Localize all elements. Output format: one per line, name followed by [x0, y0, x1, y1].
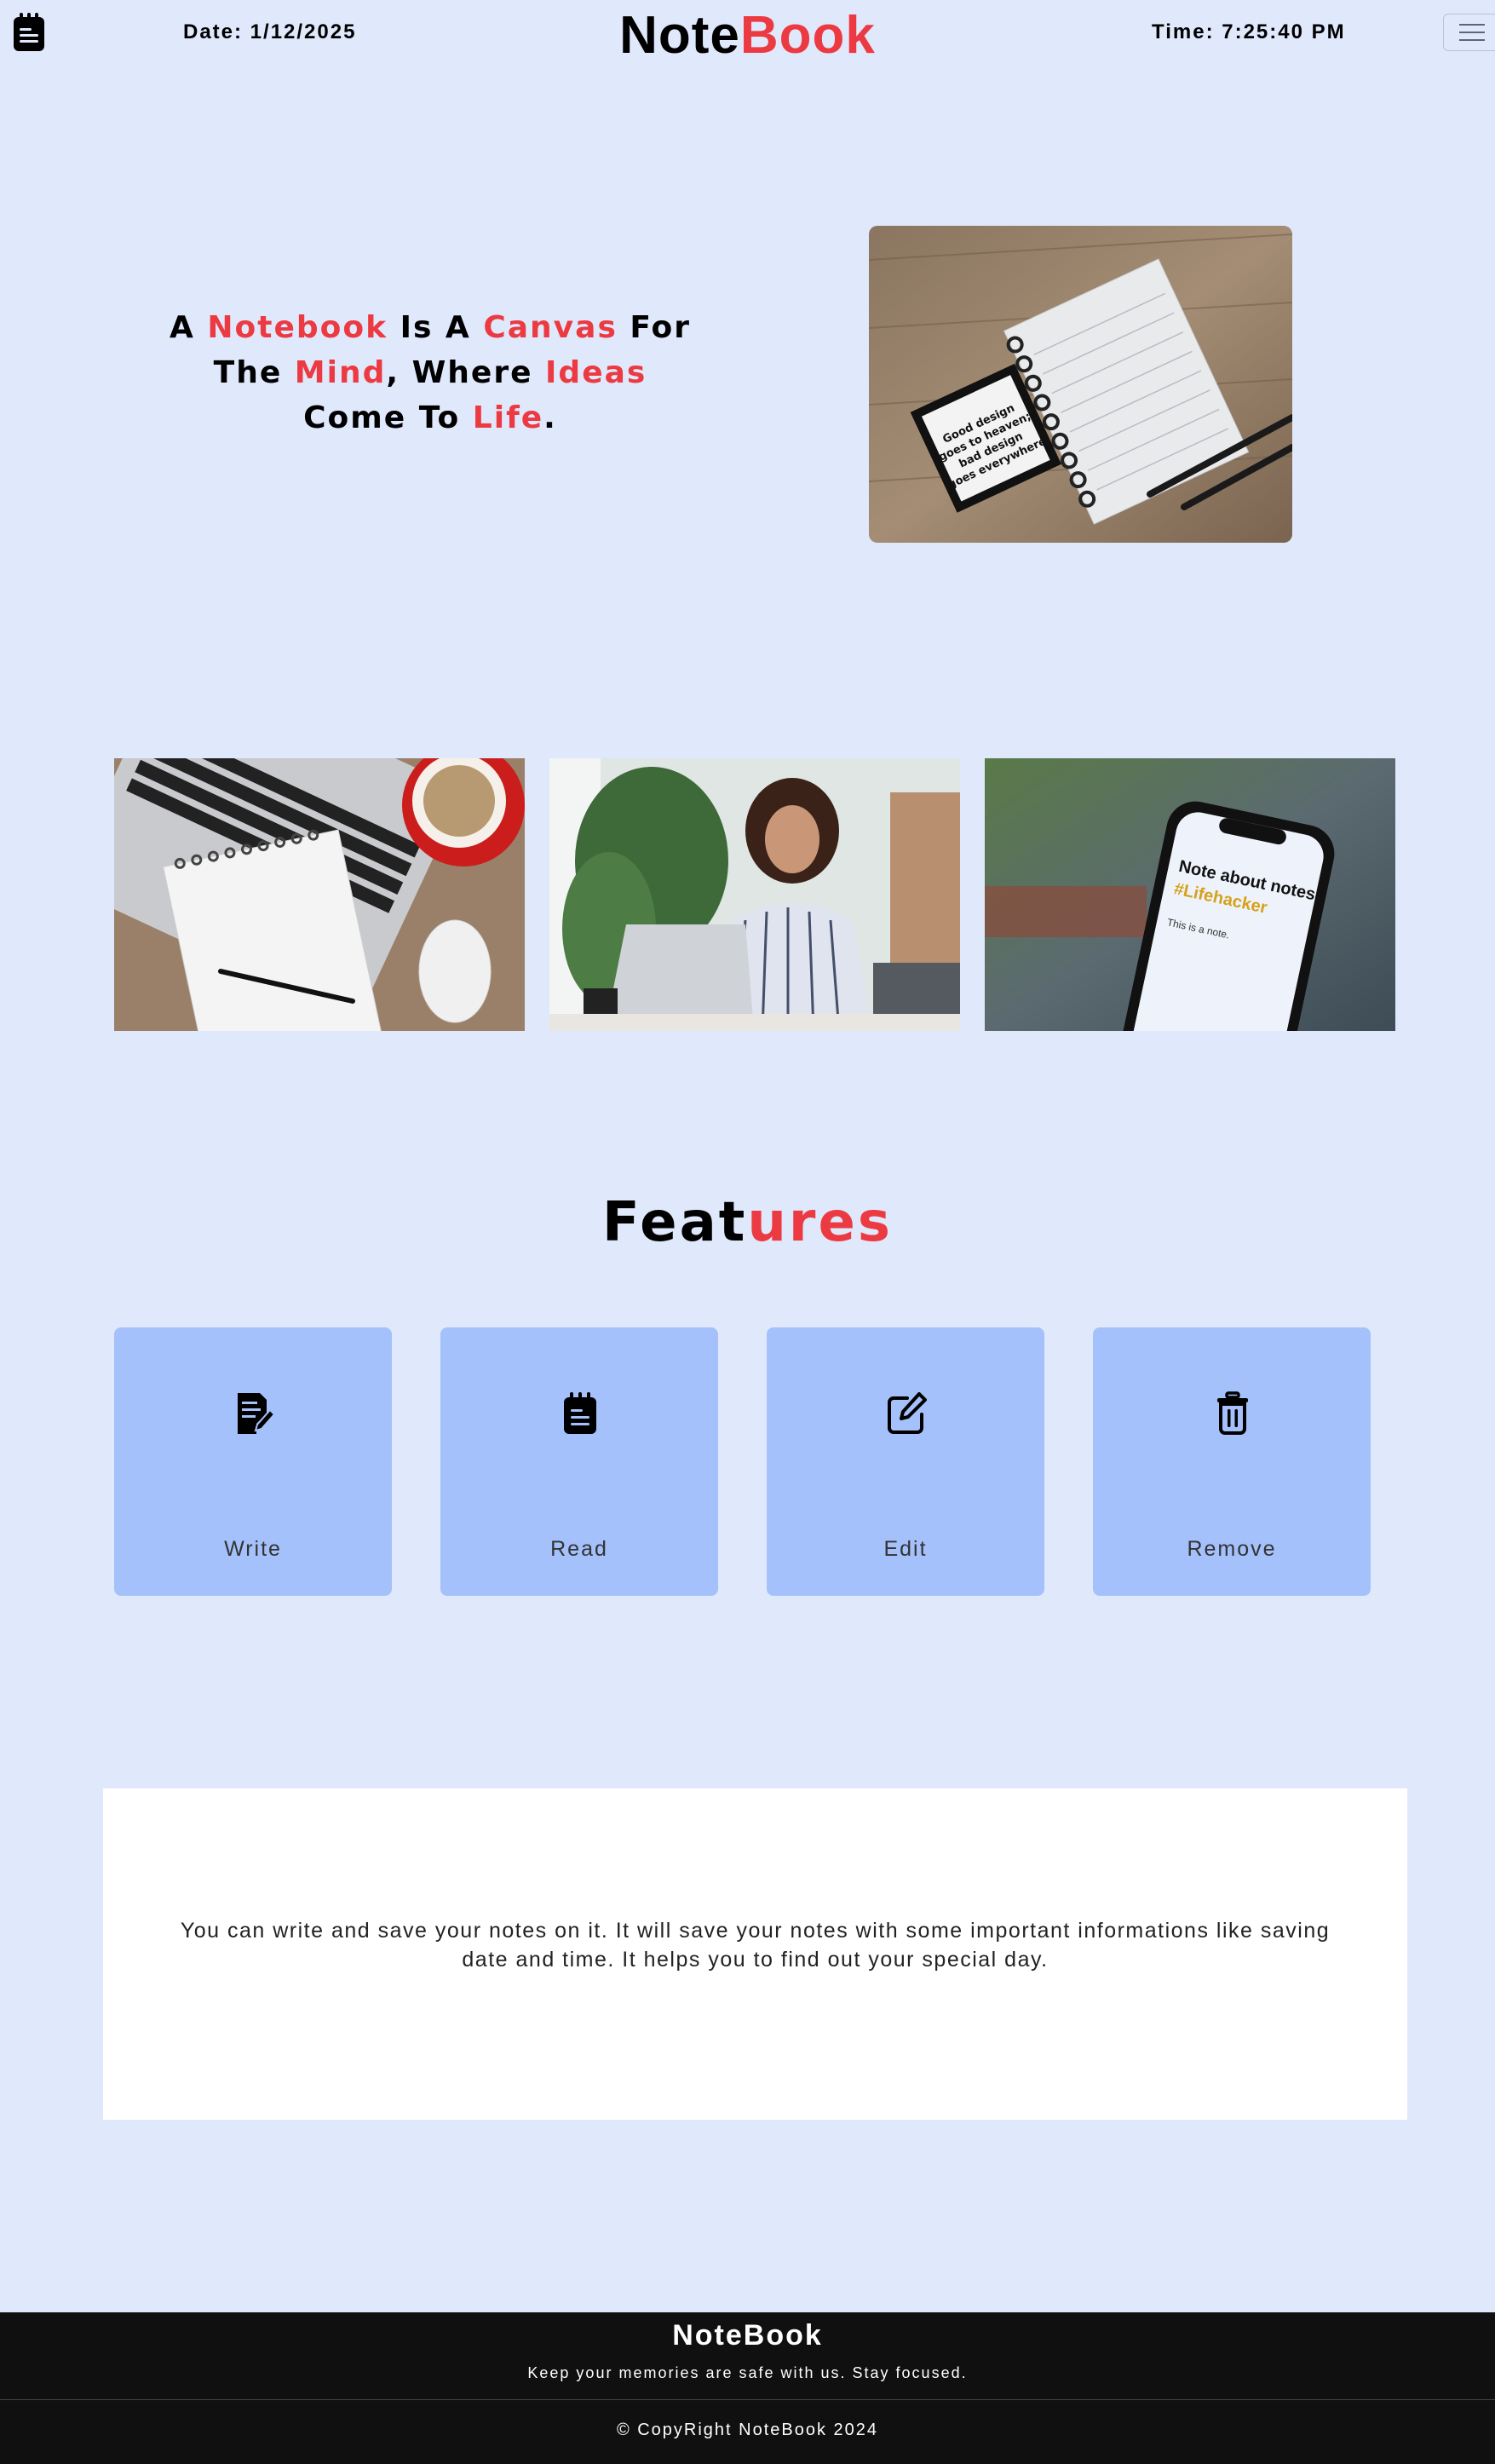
feature-label-write: Write — [224, 1537, 282, 1561]
laptop-notepad-coffee-photo — [114, 758, 525, 1031]
features-title-part1: Feat — [602, 1191, 748, 1254]
footer-tagline: Keep your memories are safe with us. Sta… — [527, 2364, 968, 2381]
hero-headline: A Notebook Is A Canvas For The Mind, Whe… — [162, 305, 699, 440]
menu-button[interactable] — [1443, 14, 1495, 51]
headline-word: Come To — [303, 400, 473, 435]
hamburger-icon-line — [1459, 32, 1485, 33]
phone-notes-app-photo: Note about notes #Lifehacker This is a n… — [985, 758, 1395, 1031]
notepad-icon — [564, 1392, 596, 1434]
info-text: You can write and save your notes on it.… — [180, 1919, 1331, 1972]
headline-word-accent: Notebook — [207, 310, 388, 345]
footer-divider — [0, 2399, 1495, 2400]
trash-icon — [1217, 1391, 1248, 1435]
photo-gallery: Note about notes #Lifehacker This is a n… — [114, 758, 1395, 1031]
brand-title-note: Note — [619, 6, 740, 65]
feature-card-write[interactable]: Write — [114, 1327, 392, 1596]
headline-word: . — [543, 400, 557, 435]
features-title-part2: ures — [747, 1191, 893, 1254]
headline-word-accent: Ideas — [545, 355, 647, 390]
feature-card-remove[interactable]: Remove — [1093, 1327, 1371, 1596]
header: Date: 1/12/2025 NoteBook Time: 7:25:40 P… — [0, 0, 1495, 68]
edit-icon — [888, 1392, 927, 1434]
hamburger-icon-line — [1459, 39, 1485, 41]
headline-word-accent: Mind — [294, 355, 387, 390]
headline-word: , Where — [386, 355, 546, 390]
header-time: Time: 7:25:40 PM — [1152, 20, 1346, 43]
feature-card-read[interactable]: Read — [440, 1327, 718, 1596]
feature-card-edit[interactable]: Edit — [767, 1327, 1044, 1596]
notebook-photo: Good design goes to heaven; bad design g… — [869, 226, 1292, 543]
headline-word-accent: Life — [472, 400, 544, 435]
woman-at-laptop-photo — [549, 758, 960, 1031]
headline-word: Is A — [388, 310, 484, 345]
hamburger-icon — [1459, 24, 1485, 26]
footer-brand: NoteBook — [672, 2319, 823, 2352]
headline-word: A — [169, 310, 208, 345]
feature-label-edit: Edit — [883, 1537, 928, 1561]
headline-word-accent: Canvas — [483, 310, 618, 345]
features-title: Features — [0, 1191, 1495, 1254]
footer: NoteBook Keep your memories are safe wit… — [0, 2312, 1495, 2464]
brand-title-book: Book — [739, 6, 876, 65]
info-panel: You can write and save your notes on it.… — [103, 1788, 1407, 2120]
feature-label-remove: Remove — [1187, 1537, 1277, 1561]
feature-label-read: Read — [550, 1537, 608, 1561]
write-note-icon — [238, 1393, 275, 1434]
footer-copyright: © CopyRight NoteBook 2024 — [616, 2421, 879, 2439]
